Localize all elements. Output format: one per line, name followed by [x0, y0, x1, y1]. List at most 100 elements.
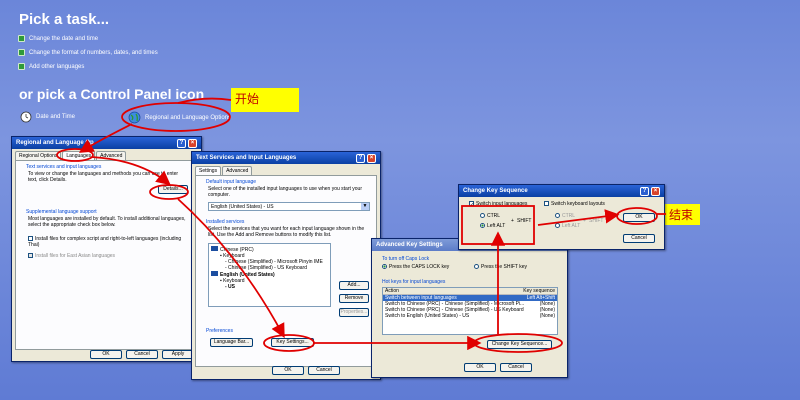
checkbox[interactable] — [28, 236, 33, 242]
properties-button[interactable]: Properties... — [339, 308, 369, 317]
tree-label: - US — [225, 284, 235, 290]
icon-date-time[interactable]: Date and Time — [20, 111, 75, 123]
checkbox[interactable] — [28, 253, 33, 259]
globe-icon — [128, 111, 141, 124]
press-shift-option[interactable]: Press the SHIFT key — [474, 264, 527, 270]
radio[interactable] — [480, 223, 485, 229]
titlebar: Change Key Sequence ? × — [459, 185, 664, 197]
ctrl-option[interactable]: CTRL — [480, 213, 500, 219]
select-value: English (United States) - US — [211, 204, 274, 210]
task-arrow-icon — [18, 49, 25, 56]
task-arrow-icon — [18, 35, 25, 42]
radio-label: CTRL — [487, 213, 501, 219]
radio[interactable] — [474, 264, 479, 270]
keyboard-icon: ▪ — [220, 278, 222, 284]
tab-languages[interactable]: Languages — [62, 151, 96, 160]
regional-language-dialog: Regional and Language Op ? × Regional Opt… — [11, 136, 202, 362]
hotkeys-table[interactable]: Action Key sequence Switch between input… — [382, 287, 558, 335]
cancel-button[interactable]: Cancel — [623, 234, 655, 243]
left-alt-option-disabled[interactable]: Left ALT — [555, 223, 580, 229]
radio[interactable] — [555, 223, 560, 229]
press-caps-option[interactable]: Press the CAPS LOCK key — [382, 264, 449, 270]
east-asian-option[interactable]: Install files for East Asian languages — [28, 253, 115, 259]
help-button[interactable]: ? — [177, 138, 186, 148]
or-pick-heading: or pick a Control Panel icon — [19, 86, 205, 102]
table-row[interactable]: Switch to English (United States) - US (… — [383, 313, 557, 319]
details-button[interactable]: Details... — [158, 185, 188, 194]
checkbox-label: Switch input languages — [476, 201, 528, 207]
close-button[interactable]: × — [651, 186, 660, 196]
titlebar: Regional and Language Op ? × — [12, 137, 201, 149]
radio-label: CTRL — [562, 213, 576, 219]
installed-services-tree[interactable]: Chinese (PRC) ▪ Keyboard - Chinese (Simp… — [208, 243, 331, 307]
tab-strip: Settings Advanced — [192, 164, 380, 175]
icon-regional-language[interactable]: Regional and Language Options — [128, 111, 231, 124]
preferences-label: Preferences — [206, 328, 233, 334]
start-annotation: 开始 — [231, 88, 299, 112]
cancel-button[interactable]: Cancel — [126, 350, 158, 359]
radio[interactable] — [382, 264, 387, 270]
ok-button[interactable]: OK — [623, 213, 655, 222]
hotkeys-label: Hot keys for input languages — [382, 279, 446, 285]
shift-label-disabled: SHIFT — [589, 218, 604, 224]
icon-label: Date and Time — [36, 114, 76, 120]
task-change-date[interactable]: Change the date and time — [18, 35, 98, 42]
help-button[interactable]: ? — [640, 186, 649, 196]
checkbox[interactable]: ✓ — [469, 201, 474, 208]
task-change-format[interactable]: Change the format of numbers, dates, and… — [18, 49, 158, 56]
tree-node[interactable]: - US — [211, 284, 328, 290]
ctrl-option-disabled[interactable]: CTRL — [555, 213, 575, 219]
text-services-desc: To view or change the languages and meth… — [28, 171, 179, 183]
task-label: Add other languages — [29, 63, 85, 70]
shift-label: SHIFT — [517, 218, 532, 224]
left-alt-option[interactable]: Left ALT — [480, 223, 505, 229]
key-settings-button[interactable]: Key Settings... — [271, 338, 314, 347]
add-button[interactable]: Add... — [339, 281, 369, 290]
end-annotation: 结束 — [665, 204, 700, 225]
default-input-select[interactable]: English (United States) - US ▼ — [208, 202, 370, 211]
caps-lock-label: To turn off Caps Lock — [382, 256, 430, 262]
checkbox-label: Install files for complex script and rig… — [28, 236, 182, 248]
radio[interactable] — [555, 213, 560, 219]
tab-advanced[interactable]: Advanced — [222, 166, 253, 175]
ok-button[interactable]: OK — [464, 363, 496, 372]
change-key-sequence-button[interactable]: Change Key Sequence... — [487, 340, 552, 349]
cancel-button[interactable]: Cancel — [500, 363, 532, 372]
close-button[interactable]: × — [188, 138, 197, 148]
dialog-title: Advanced Key Settings — [376, 242, 443, 248]
change-key-sequence-dialog: Change Key Sequence ? × ✓ Switch input lan… — [458, 184, 665, 250]
ok-button[interactable]: OK — [272, 366, 304, 375]
languages-panel: Text services and input languages To vie… — [15, 160, 198, 350]
plus-sign: + — [511, 218, 514, 224]
tab-settings[interactable]: Settings — [195, 166, 222, 175]
default-input-label: Default input language — [206, 179, 257, 185]
checkbox-label: Switch keyboard layouts — [551, 201, 605, 207]
help-button[interactable]: ? — [356, 153, 365, 163]
checkbox[interactable] — [544, 201, 549, 207]
complex-script-option[interactable]: Install files for complex script and rig… — [28, 236, 193, 248]
close-button[interactable]: × — [367, 153, 376, 163]
switch-input-option[interactable]: ✓ Switch input languages — [469, 201, 528, 208]
task-label: Change the date and time — [29, 35, 99, 42]
switch-layouts-option[interactable]: Switch keyboard layouts — [544, 201, 605, 207]
radio[interactable] — [480, 213, 485, 219]
table-header: Action Key sequence — [383, 288, 557, 295]
row-action: Switch to English (United States) - US — [385, 313, 470, 319]
installed-services-desc: Select the services that you want for ea… — [208, 226, 365, 238]
task-label: Change the format of numbers, dates, and… — [29, 49, 158, 56]
cancel-button[interactable]: Cancel — [308, 366, 340, 375]
language-bar-button[interactable]: Language Bar... — [210, 338, 253, 347]
tree-node[interactable]: English (United States) — [211, 271, 328, 278]
remove-button[interactable]: Remove — [339, 294, 369, 303]
tab-advanced[interactable]: Advanced — [96, 151, 127, 160]
task-add-languages[interactable]: Add other languages — [18, 63, 84, 70]
column-action: Action — [385, 288, 399, 294]
text-services-label: Text services and input languages — [26, 164, 102, 170]
apply-button[interactable]: Apply — [162, 350, 194, 359]
radio-label: Left ALT — [562, 223, 581, 229]
tab-regional-options[interactable]: Regional Options — [15, 151, 62, 160]
ok-button[interactable]: OK — [90, 350, 122, 359]
tree-node[interactable]: Chinese (PRC) — [211, 246, 328, 253]
checkbox-label: Install files for East Asian languages — [35, 253, 116, 259]
supplemental-label: Supplemental language support — [26, 209, 97, 215]
